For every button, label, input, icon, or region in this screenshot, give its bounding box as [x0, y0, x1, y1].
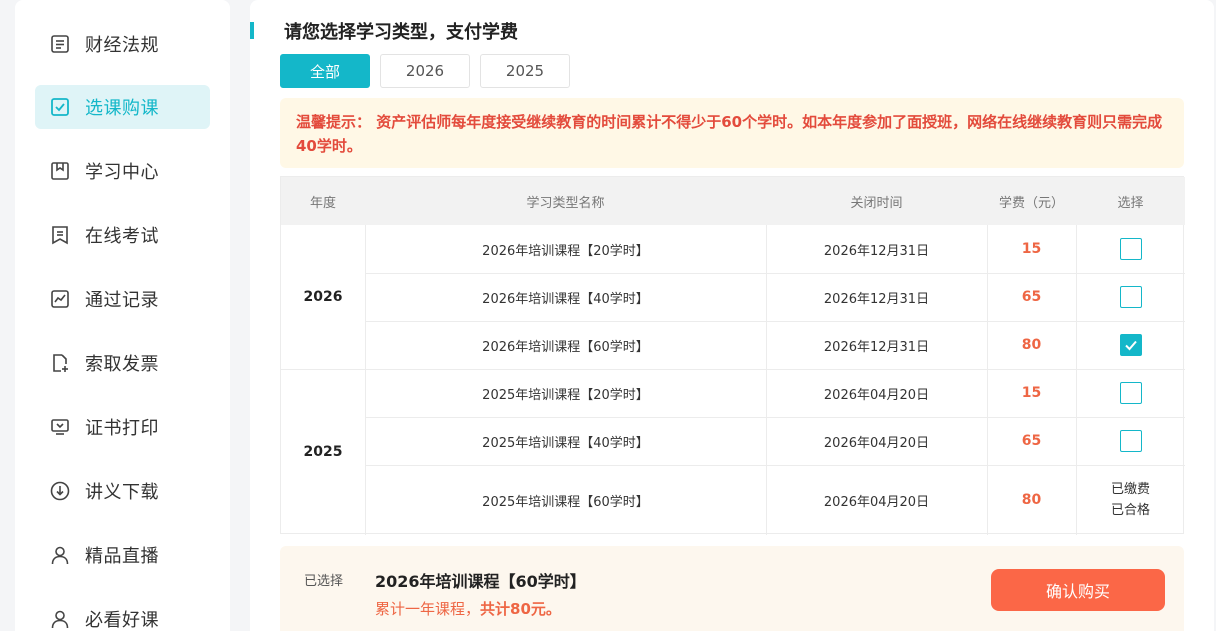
sidebar-item-invoice[interactable]: 索取发票	[35, 341, 210, 385]
sidebar-item-online-exam[interactable]: 在线考试	[35, 213, 210, 257]
fee: 65	[1021, 433, 1042, 449]
notice-banner: 温馨提示： 资产评估师每年度接受继续教育的时间累计不得少于60个学时。如本年度参…	[280, 98, 1184, 168]
header-course-name: 学习类型名称	[526, 195, 605, 211]
course-name: 2026年培训课程【60学时】	[482, 339, 649, 355]
selection-summary: 已选择 2026年培训课程【60学时】 累计一年课程，共计80元。 确认购买	[280, 546, 1184, 631]
select-cell	[1076, 369, 1185, 417]
sidebar-item-label: 通过记录	[85, 290, 159, 311]
select-cell	[1076, 225, 1185, 273]
select-cell	[1076, 417, 1185, 465]
sidebar-item-label: 必看好课	[85, 610, 159, 631]
sidebar-item-course-purchase[interactable]: 选课购课	[35, 85, 210, 129]
select-checkbox[interactable]	[1119, 430, 1142, 452]
close-time: 2026年04月20日	[823, 435, 930, 451]
select-cell	[1076, 321, 1185, 369]
course-table: 年度 学习类型名称 关闭时间 学费（元） 选择 2026 2025 2026年培…	[280, 176, 1185, 535]
sidebar-item-label: 财经法规	[85, 35, 159, 56]
total-prefix: 累计一年课程，	[375, 600, 481, 618]
header-select: 选择	[1117, 195, 1144, 211]
table-header: 年度 学习类型名称 关闭时间 学费（元） 选择	[281, 177, 1185, 225]
user-icon	[49, 608, 71, 630]
tab-all[interactable]: 全部	[280, 54, 370, 88]
checkbox-icon	[49, 96, 71, 118]
status-passed: 已合格	[1110, 503, 1150, 518]
close-time: 2026年04月20日	[823, 494, 930, 510]
sidebar-item-certificate-print[interactable]: 证书打印	[35, 405, 210, 449]
bookmark-icon	[49, 160, 71, 182]
close-time: 2026年12月31日	[823, 291, 930, 307]
download-icon	[49, 480, 71, 502]
close-time: 2026年12月31日	[823, 339, 930, 355]
fee: 80	[1021, 337, 1042, 353]
fee: 15	[1021, 385, 1042, 401]
sidebar-item-label: 索取发票	[85, 354, 159, 375]
status-cell: 已缴费 已合格	[1076, 465, 1185, 535]
main-panel: 请您选择学习类型，支付学费 全部 2026 2025 温馨提示： 资产评估师每年…	[250, 0, 1214, 631]
close-time: 2026年04月20日	[823, 387, 930, 403]
sidebar-item-must-watch[interactable]: 必看好课	[35, 597, 210, 631]
tab-2026[interactable]: 2026	[380, 54, 470, 88]
status-paid: 已缴费	[1110, 482, 1150, 497]
sidebar-item-finance-law[interactable]: 财经法规	[35, 22, 210, 66]
course-name: 2025年培训课程【40学时】	[482, 435, 649, 451]
header-fee: 学费（元）	[998, 195, 1064, 211]
sidebar-item-label: 学习中心	[85, 162, 159, 183]
file-add-icon	[49, 352, 71, 374]
chart-icon	[49, 288, 71, 310]
exam-icon	[49, 224, 71, 246]
header-year: 年度	[309, 195, 336, 211]
checkmark-icon	[1124, 340, 1137, 351]
user-icon	[49, 544, 71, 566]
select-checkbox[interactable]	[1119, 286, 1142, 308]
sidebar-item-label: 选课购课	[85, 98, 159, 119]
monitor-icon	[49, 416, 71, 438]
sidebar-item-handout-download[interactable]: 讲义下载	[35, 469, 210, 513]
course-name: 2026年培训课程【40学时】	[482, 291, 649, 307]
title-accent-bar	[250, 22, 254, 39]
close-time: 2026年12月31日	[823, 243, 930, 259]
year-cell-2026: 2026	[303, 289, 343, 305]
select-checkbox[interactable]	[1119, 238, 1142, 260]
page-title: 请您选择学习类型，支付学费	[284, 22, 518, 43]
select-checkbox-checked[interactable]	[1119, 334, 1142, 356]
sidebar-item-label: 在线考试	[85, 226, 159, 247]
course-name: 2025年培训课程【60学时】	[482, 494, 649, 510]
select-checkbox[interactable]	[1119, 382, 1142, 404]
selected-course: 2026年培训课程【60学时】	[375, 572, 586, 591]
confirm-purchase-button[interactable]: 确认购买	[991, 569, 1165, 611]
sidebar-item-label: 讲义下载	[85, 482, 159, 503]
select-cell	[1076, 273, 1185, 321]
fee: 65	[1021, 289, 1042, 305]
year-cell-2025: 2025	[303, 444, 343, 460]
fee: 15	[1021, 241, 1042, 257]
selected-total: 累计一年课程，共计80元。	[375, 598, 561, 619]
course-name: 2026年培训课程【20学时】	[482, 243, 649, 259]
sidebar-item-pass-records[interactable]: 通过记录	[35, 277, 210, 321]
course-name: 2025年培训课程【20学时】	[482, 387, 649, 403]
selected-label: 已选择	[304, 574, 344, 589]
sidebar-item-live-courses[interactable]: 精品直播	[35, 533, 210, 577]
sidebar-item-label: 证书打印	[85, 418, 159, 439]
sidebar-item-label: 精品直播	[85, 546, 159, 567]
document-icon	[49, 33, 71, 55]
header-close-time: 关闭时间	[850, 195, 903, 211]
tab-2025[interactable]: 2025	[480, 54, 570, 88]
sidebar-item-study-center[interactable]: 学习中心	[35, 149, 210, 193]
fee: 80	[1021, 492, 1042, 508]
total-amount: 共计80元。	[480, 600, 561, 618]
sidebar: 财经法规 选课购课 学习中心 在线考试 通过记录 索取发票 证书打印 讲义下载 …	[15, 0, 230, 631]
